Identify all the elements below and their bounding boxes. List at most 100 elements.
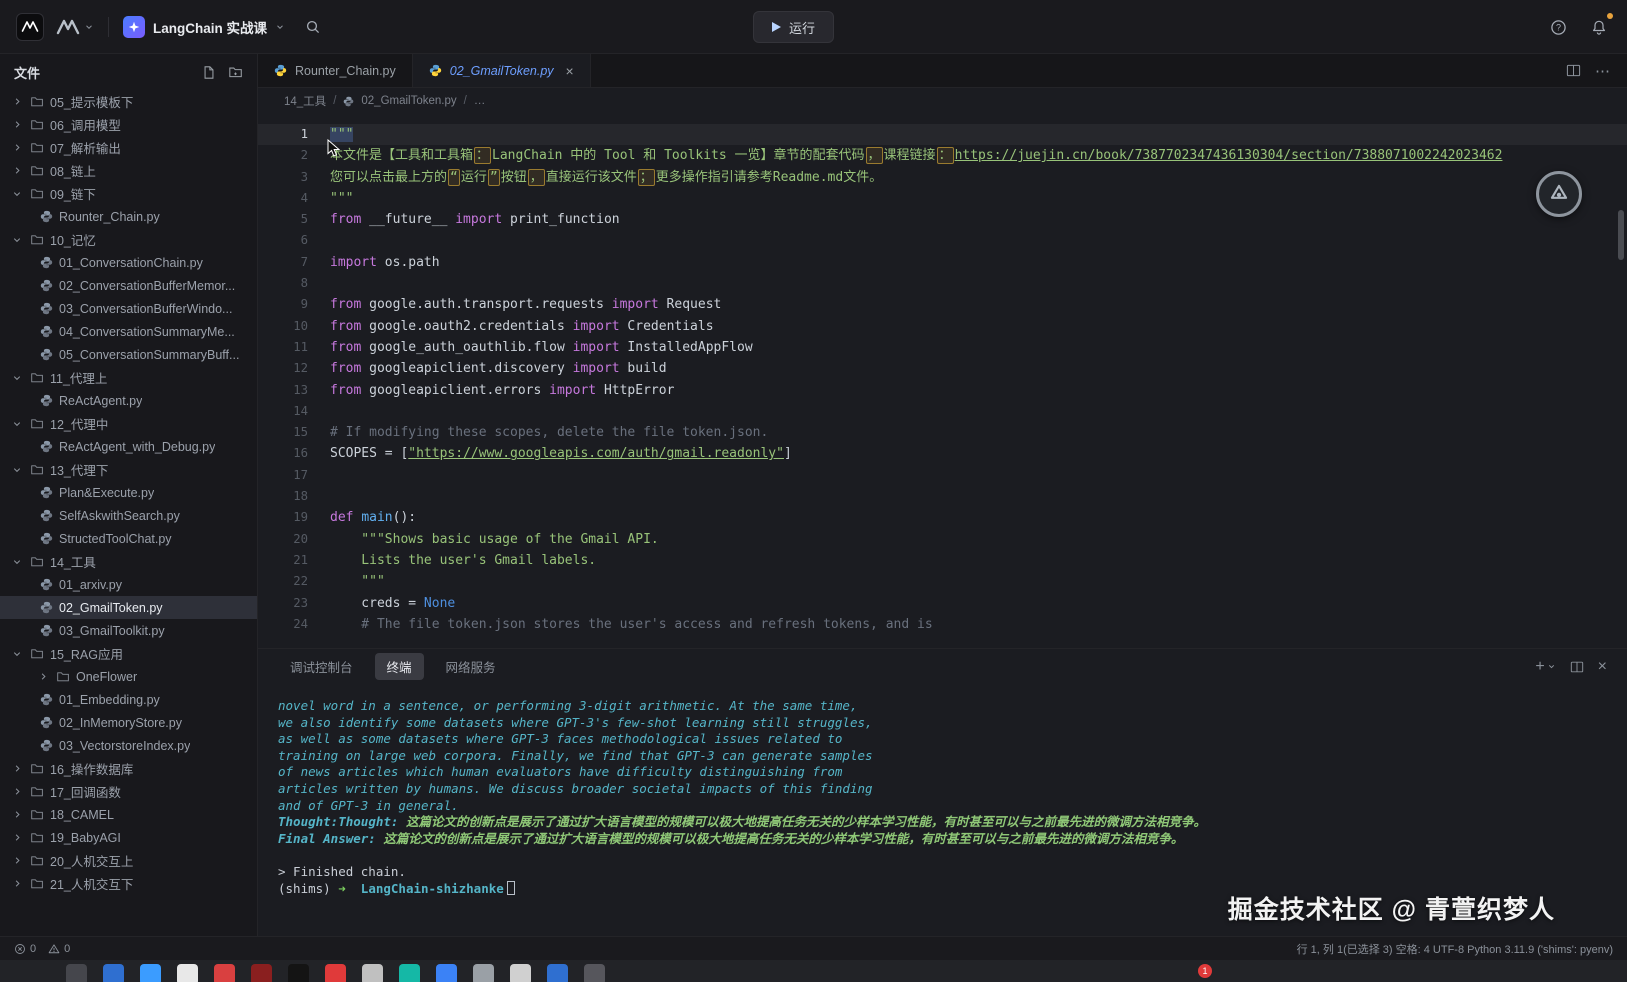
tree-folder-item[interactable]: 16_操作数据库 xyxy=(0,757,257,780)
tree-file-item[interactable]: 02_ConversationBufferMemor... xyxy=(0,274,257,297)
code-line[interactable]: 14 xyxy=(258,401,1627,422)
project-selector[interactable]: LangChain 实战课 xyxy=(123,16,285,38)
code-line[interactable]: 9from google.auth.transport.requests imp… xyxy=(258,294,1627,315)
run-button[interactable]: 运行 xyxy=(753,11,834,43)
floating-assistant-badge[interactable] xyxy=(1536,171,1582,217)
tree-folder-item[interactable]: 15_RAG应用 xyxy=(0,642,257,665)
tree-folder-item[interactable]: 20_人机交互上 xyxy=(0,849,257,872)
code-line[interactable]: 1""" xyxy=(258,124,1627,145)
code-line[interactable]: 12from googleapiclient.discovery import … xyxy=(258,358,1627,379)
code-line[interactable]: 16SCOPES = ["https://www.googleapis.com/… xyxy=(258,443,1627,464)
tree-file-item[interactable]: 01_arxiv.py xyxy=(0,573,257,596)
tree-file-item[interactable]: Plan&Execute.py xyxy=(0,481,257,504)
close-panel-button[interactable]: × xyxy=(1598,658,1607,676)
taskbar-app-icon[interactable] xyxy=(362,964,383,982)
editor-tab[interactable]: Rounter_Chain.py xyxy=(258,54,413,87)
breadcrumb-folder[interactable]: 14_工具 xyxy=(284,93,326,109)
tree-file-item[interactable]: 01_ConversationChain.py xyxy=(0,251,257,274)
code-line[interactable]: 19def main(): xyxy=(258,507,1627,528)
code-line[interactable]: 6 xyxy=(258,230,1627,251)
more-actions-button[interactable]: ⋯ xyxy=(1595,62,1611,80)
tree-file-item[interactable]: ReActAgent.py xyxy=(0,389,257,412)
tree-file-item[interactable]: 01_Embedding.py xyxy=(0,688,257,711)
tree-folder-item[interactable]: 05_提示模板下 xyxy=(0,90,257,113)
taskbar-app-icon[interactable] xyxy=(288,964,309,982)
tree-file-item[interactable]: 03_ConversationBufferWindo... xyxy=(0,297,257,320)
code-line[interactable]: 2本文件是【工具和工具箱：LangChain 中的 Tool 和 Toolkit… xyxy=(258,145,1627,166)
code-line[interactable]: 18 xyxy=(258,486,1627,507)
app-logo[interactable] xyxy=(16,13,44,41)
code-line[interactable]: 13from googleapiclient.errors import Htt… xyxy=(258,380,1627,401)
tree-folder-item[interactable]: 12_代理中 xyxy=(0,412,257,435)
tree-file-item[interactable]: StructedToolChat.py xyxy=(0,527,257,550)
notifications-button[interactable] xyxy=(1587,15,1611,40)
tree-folder-item[interactable]: 21_人机交互下 xyxy=(0,872,257,895)
status-right[interactable]: 行 1, 列 1(已选择 3) 空格: 4 UTF-8 Python 3.11.… xyxy=(1297,941,1613,957)
code-line[interactable]: 3您可以点击最上方的“运行”按钮，直接运行该文件；更多操作指引请参考Readme… xyxy=(258,167,1627,188)
taskbar-app-icon[interactable] xyxy=(547,964,568,982)
panel-tab[interactable]: 网络服务 xyxy=(434,653,508,680)
tree-file-item[interactable]: 03_VectorstoreIndex.py xyxy=(0,734,257,757)
taskbar-app-icon[interactable] xyxy=(177,964,198,982)
tree-folder-item[interactable]: 17_回调函数 xyxy=(0,780,257,803)
taskbar-app-icon[interactable] xyxy=(325,964,346,982)
breadcrumb[interactable]: 14_工具 / 02_GmailToken.py / … xyxy=(258,88,1627,114)
code-line[interactable]: 4""" xyxy=(258,188,1627,209)
tree-folder-item[interactable]: 07_解析输出 xyxy=(0,136,257,159)
taskbar-app-icon[interactable] xyxy=(251,964,272,982)
warnings-indicator[interactable]: 0 xyxy=(48,943,70,955)
tree-folder-item[interactable]: 06_调用模型 xyxy=(0,113,257,136)
help-button[interactable]: ? xyxy=(1546,15,1571,40)
tree-file-item[interactable]: 02_GmailToken.py xyxy=(0,596,257,619)
code-line[interactable]: 17 xyxy=(258,465,1627,486)
code-line[interactable]: 7import os.path xyxy=(258,252,1627,273)
code-line[interactable]: 20 """Shows basic usage of the Gmail API… xyxy=(258,529,1627,550)
tree-file-item[interactable]: Rounter_Chain.py xyxy=(0,205,257,228)
tree-folder-item[interactable]: 14_工具 xyxy=(0,550,257,573)
new-file-button[interactable] xyxy=(202,65,216,80)
new-folder-button[interactable] xyxy=(228,65,243,79)
errors-indicator[interactable]: 0 xyxy=(14,943,36,955)
breadcrumb-file[interactable]: 02_GmailToken.py xyxy=(361,95,456,107)
code-line[interactable]: 15# If modifying these scopes, delete th… xyxy=(258,422,1627,443)
new-terminal-button[interactable]: + xyxy=(1535,658,1555,676)
code-line[interactable]: 8 xyxy=(258,273,1627,294)
panel-tab[interactable]: 终端 xyxy=(375,653,424,680)
code-line[interactable]: 24 # The file token.json stores the user… xyxy=(258,614,1627,635)
taskbar-app-icon[interactable] xyxy=(510,964,531,982)
taskbar-app-icon[interactable] xyxy=(140,964,161,982)
tree-file-item[interactable]: ReActAgent_with_Debug.py xyxy=(0,435,257,458)
tree-folder-item[interactable]: 11_代理上 xyxy=(0,366,257,389)
breadcrumb-more[interactable]: … xyxy=(474,95,486,107)
tree-folder-item[interactable]: OneFlower xyxy=(0,665,257,688)
taskbar-app-icon[interactable] xyxy=(584,964,605,982)
workspace-logo[interactable] xyxy=(56,19,94,35)
split-panel-button[interactable] xyxy=(1570,660,1584,674)
code-line[interactable]: 23 creds = None xyxy=(258,593,1627,614)
code-line[interactable]: 11from google_auth_oauthlib.flow import … xyxy=(258,337,1627,358)
taskbar-app-icon[interactable] xyxy=(103,964,124,982)
tree-file-item[interactable]: 05_ConversationSummaryBuff... xyxy=(0,343,257,366)
editor-tab[interactable]: 02_GmailToken.py× xyxy=(413,54,591,87)
code-line[interactable]: 22 """ xyxy=(258,571,1627,592)
close-icon[interactable]: × xyxy=(566,63,574,79)
tree-file-item[interactable]: 04_ConversationSummaryMe... xyxy=(0,320,257,343)
split-editor-button[interactable] xyxy=(1566,63,1581,78)
code-line[interactable]: 5from __future__ import print_function xyxy=(258,209,1627,230)
code-line[interactable]: 10from google.oauth2.credentials import … xyxy=(258,316,1627,337)
scrollbar-thumb[interactable] xyxy=(1618,210,1624,260)
taskbar-app-icon[interactable] xyxy=(436,964,457,982)
tree-folder-item[interactable]: 19_BabyAGI xyxy=(0,826,257,849)
tree-file-item[interactable]: 03_GmailToolkit.py xyxy=(0,619,257,642)
panel-tab[interactable]: 调试控制台 xyxy=(278,653,365,680)
tree-folder-item[interactable]: 13_代理下 xyxy=(0,458,257,481)
code-editor[interactable]: 1"""2本文件是【工具和工具箱：LangChain 中的 Tool 和 Too… xyxy=(258,114,1627,648)
tree-folder-item[interactable]: 18_CAMEL xyxy=(0,803,257,826)
taskbar-app-icon[interactable] xyxy=(473,964,494,982)
tree-file-item[interactable]: 02_InMemoryStore.py xyxy=(0,711,257,734)
tree-file-item[interactable]: SelfAskwithSearch.py xyxy=(0,504,257,527)
tree-folder-item[interactable]: 08_链上 xyxy=(0,159,257,182)
tree-folder-item[interactable]: 09_链下 xyxy=(0,182,257,205)
taskbar-app-icon[interactable] xyxy=(214,964,235,982)
taskbar-app-icon[interactable] xyxy=(66,964,87,982)
